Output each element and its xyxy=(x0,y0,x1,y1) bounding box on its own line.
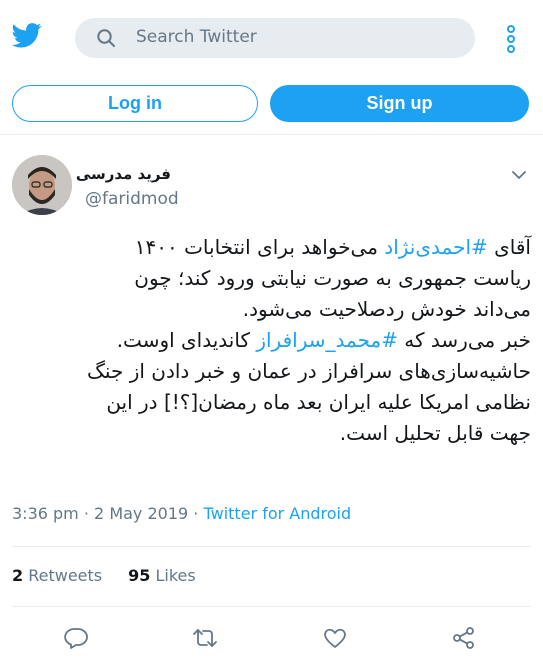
search-input[interactable]: Search Twitter xyxy=(136,27,257,47)
like-count: 95 xyxy=(128,566,151,585)
author-handle[interactable]: @faridmod xyxy=(85,189,179,209)
tweet-text: آقای #احمدی‌نژاد می‌خواهد برای انتخابات … xyxy=(11,232,531,449)
retweet-icon[interactable] xyxy=(192,626,218,650)
avatar[interactable] xyxy=(12,155,72,215)
tweet-text-segment: آقای xyxy=(487,235,531,259)
like-heart-icon[interactable] xyxy=(322,626,348,650)
chevron-down-icon[interactable] xyxy=(512,170,526,180)
tweet-line: می‌داند خودش ردصلاحیت می‌شود. xyxy=(242,297,531,321)
search-icon xyxy=(97,29,115,47)
divider xyxy=(0,134,543,135)
tweet-text-segment: کاندیدای اوست. xyxy=(116,328,257,352)
tweet-line: جهت قابل تحلیل است. xyxy=(339,421,531,445)
hashtag-link[interactable]: #محمد_سرافراز xyxy=(256,328,398,352)
tweet-text-segment: می‌خواهد برای انتخابات ۱۴۰۰ xyxy=(134,235,385,259)
likes-stat[interactable]: 95 Likes xyxy=(128,566,196,585)
tweet-line: آقای #احمدی‌نژاد می‌خواهد برای انتخابات … xyxy=(11,232,531,263)
author-name[interactable]: فرید مدرسی xyxy=(76,165,171,183)
login-button[interactable]: Log in xyxy=(12,85,258,122)
tweet-line: نظامی امریکا علیه ایران بعد ماه رمضان[؟!… xyxy=(106,390,531,414)
tweet-line: ریاست جمهوری به صورت نیابتی ورود کند؛ چو… xyxy=(134,266,531,290)
search-box[interactable]: Search Twitter xyxy=(75,18,475,58)
twitter-bird-icon[interactable] xyxy=(10,20,44,50)
tweet-line: خبر می‌رسد که #محمد_سرافراز کاندیدای اوس… xyxy=(11,325,531,356)
more-vertical-icon[interactable] xyxy=(505,24,517,54)
signup-button[interactable]: Sign up xyxy=(270,85,529,122)
like-label: Likes xyxy=(155,566,196,585)
hashtag-link[interactable]: #احمدی‌نژاد xyxy=(384,235,487,259)
tweet-time[interactable]: 3:36 pm xyxy=(12,504,79,523)
tweet-source-link[interactable]: Twitter for Android xyxy=(203,504,351,523)
divider xyxy=(12,546,531,547)
tweet-meta: 3:36 pm · 2 May 2019 · Twitter for Andro… xyxy=(12,504,351,523)
retweet-count: 2 xyxy=(12,566,24,585)
avatar-photo xyxy=(12,155,72,215)
tweet-line: حاشیه‌سازی‌های سرافراز در عمان و خبر داد… xyxy=(87,359,531,383)
top-bar: Search Twitter xyxy=(0,0,543,78)
tweet-text-segment: خبر می‌رسد که xyxy=(397,328,531,352)
divider xyxy=(12,606,531,607)
reply-icon[interactable] xyxy=(63,626,89,650)
retweet-label: Retweets xyxy=(28,566,103,585)
meta-separator: · xyxy=(83,504,89,523)
tweet-date[interactable]: 2 May 2019 xyxy=(94,504,188,523)
share-icon[interactable] xyxy=(451,626,477,650)
tweet-actions xyxy=(0,622,543,654)
meta-separator: · xyxy=(193,504,199,523)
tweet-stats: 2 Retweets 95 Likes xyxy=(12,566,196,585)
retweets-stat[interactable]: 2 Retweets xyxy=(12,566,102,585)
